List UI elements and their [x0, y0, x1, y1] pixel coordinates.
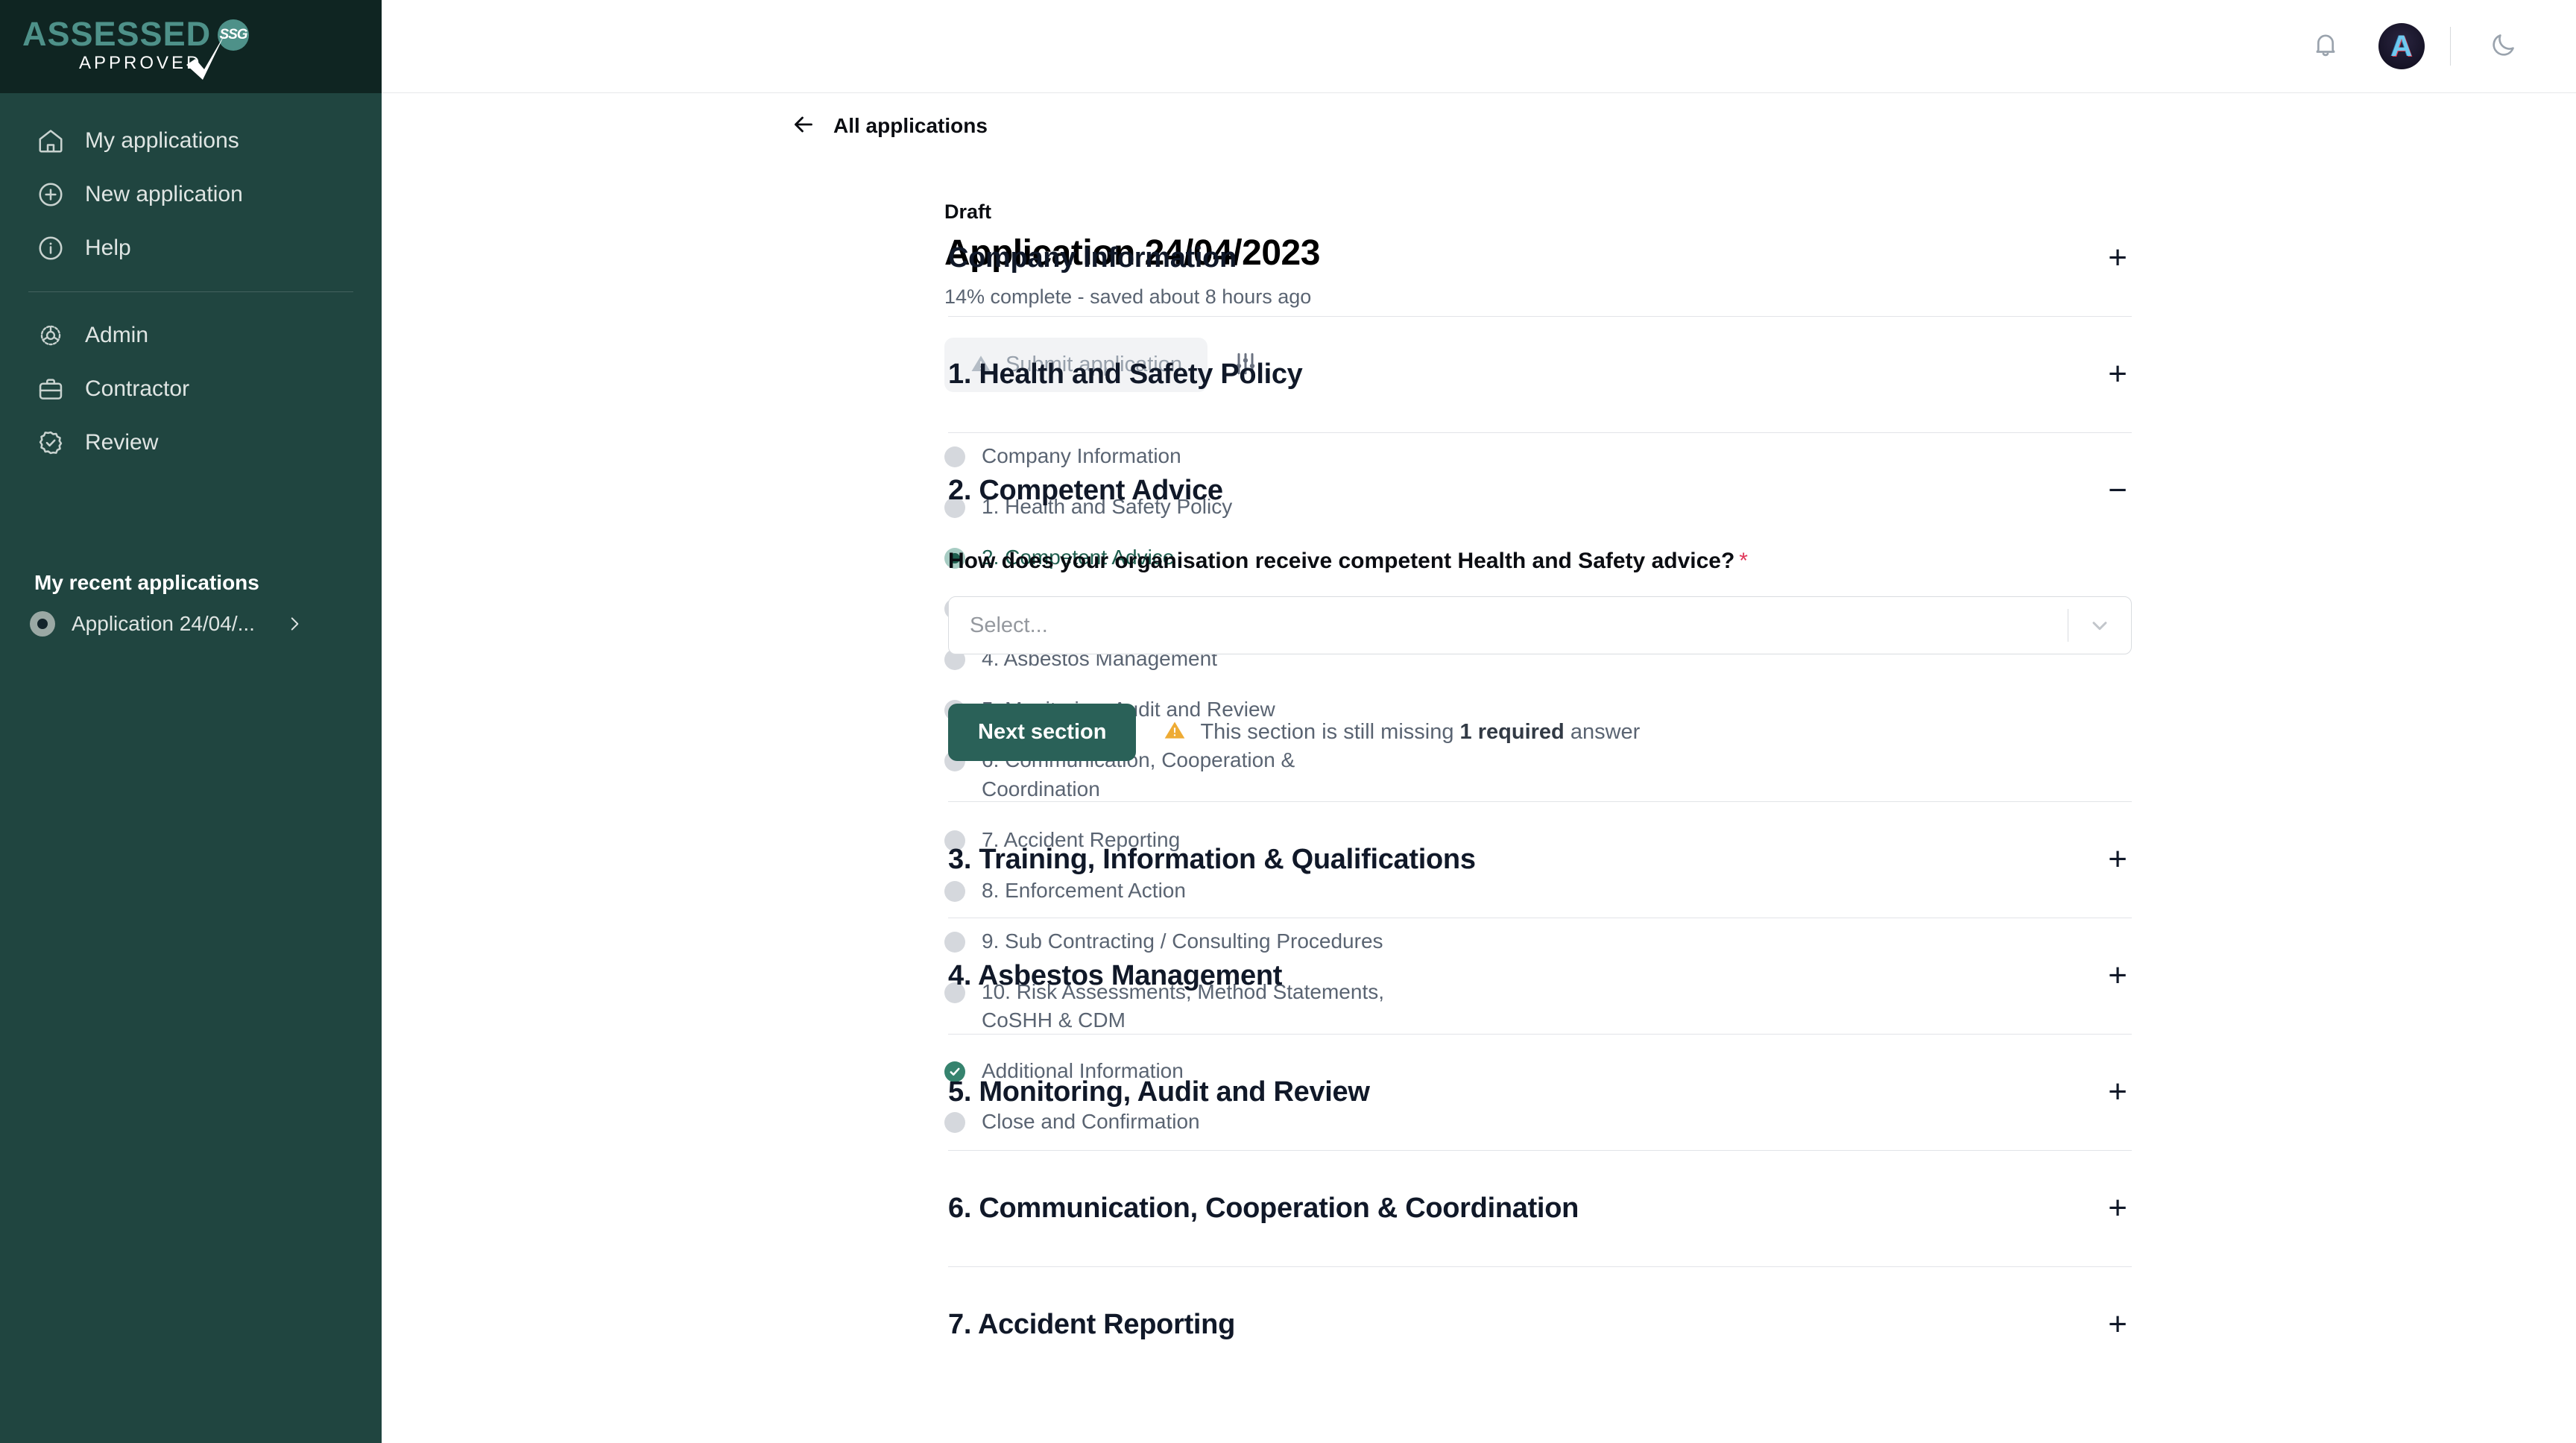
app-root: ASSESSED SSG APPROVED My applications Ne…	[0, 0, 2576, 1443]
sidebar-item-my-applications[interactable]: My applications	[0, 114, 382, 168]
recent-status-dot-icon	[30, 611, 55, 637]
topbar: A	[382, 0, 2576, 93]
accordion-header-monitoring-audit-review[interactable]: 5. Monitoring, Audit and Review +	[948, 1035, 2132, 1150]
gear-icon	[34, 319, 67, 352]
accordion-header-health-and-safety-policy[interactable]: 1. Health and Safety Policy +	[948, 317, 2132, 432]
minus-icon: −	[2108, 472, 2127, 509]
accordion-title: 4. Asbestos Management	[948, 960, 1283, 991]
sidebar-item-new-application[interactable]: New application	[0, 168, 382, 221]
sidebar-item-contractor[interactable]: Contractor	[0, 362, 382, 416]
accordion-header-competent-advice[interactable]: 2. Competent Advice −	[948, 433, 2132, 549]
badge-check-icon	[34, 426, 67, 459]
competent-advice-select[interactable]: Select...	[948, 596, 2132, 654]
accordion-title: 2. Competent Advice	[948, 475, 1223, 506]
accordion-column: Company Information + 1. Health and Safe…	[948, 200, 2576, 1443]
sidebar-divider	[28, 291, 353, 292]
avatar-initial: A	[2390, 30, 2413, 63]
plus-icon: +	[2108, 239, 2127, 277]
briefcase-icon	[34, 373, 67, 405]
checkmark-icon	[186, 33, 225, 80]
sidebar-item-label: Help	[85, 236, 131, 260]
accordion-title: Company Information	[948, 242, 1237, 274]
plus-icon: +	[2108, 1190, 2127, 1227]
application-summary-column: Draft Application 24/04/2023 14% complet…	[382, 200, 1384, 1443]
warning-triangle-icon	[1163, 719, 1187, 746]
missing-suffix: answer	[1564, 720, 1641, 744]
accordion-header-company-information[interactable]: Company Information +	[948, 200, 2132, 316]
accordion-header-training-information-qualifications[interactable]: 3. Training, Information & Qualification…	[948, 802, 2132, 918]
plus-icon: +	[2108, 356, 2127, 393]
main-area: A All applications Draft Application 24/…	[382, 0, 2576, 1443]
accordion-panel-competent-advice: How does your organisation receive compe…	[948, 549, 2132, 801]
moon-icon	[2489, 30, 2519, 63]
accordion-title: 5. Monitoring, Audit and Review	[948, 1076, 1370, 1108]
accordion-header-communication-cooperation-coordination[interactable]: 6. Communication, Cooperation & Coordina…	[948, 1151, 2132, 1266]
select-placeholder: Select...	[970, 613, 1048, 637]
sidebar-recent-item[interactable]: Application 24/04/...	[0, 595, 382, 653]
next-section-button[interactable]: Next section	[948, 704, 1137, 761]
sidebar-item-label: Review	[85, 430, 159, 455]
breadcrumb: All applications	[382, 93, 2576, 159]
theme-toggle-button[interactable]	[2476, 19, 2531, 74]
accordion-title: 6. Communication, Cooperation & Coordina…	[948, 1193, 1579, 1224]
back-button[interactable]	[790, 111, 817, 142]
notifications-button[interactable]	[2298, 19, 2353, 74]
accordion-title: 1. Health and Safety Policy	[948, 359, 1303, 390]
missing-prefix: This section is still missing	[1200, 720, 1460, 744]
sidebar-item-review[interactable]: Review	[0, 416, 382, 470]
plus-icon: +	[2108, 1306, 2127, 1343]
sidebar-item-help[interactable]: Help	[0, 221, 382, 275]
plus-circle-icon	[34, 178, 67, 211]
content: Draft Application 24/04/2023 14% complet…	[382, 159, 2576, 1443]
accordion-title: 7. Accident Reporting	[948, 1309, 1236, 1340]
sidebar-recent-item-label: Application 24/04/...	[72, 612, 255, 635]
info-circle-icon	[34, 232, 67, 265]
sidebar-item-label: My applications	[85, 128, 239, 153]
arrow-left-icon	[790, 111, 817, 142]
question-label: How does your organisation receive compe…	[948, 549, 1735, 573]
sidebar-item-admin[interactable]: Admin	[0, 309, 382, 362]
sidebar-logo[interactable]: ASSESSED SSG APPROVED	[0, 0, 382, 93]
next-section-row: Next section This section is still missi…	[948, 704, 2132, 761]
required-marker: *	[1739, 549, 1748, 573]
sidebar-recent-title: My recent applications	[34, 571, 259, 594]
plus-icon: +	[2108, 1073, 2127, 1111]
brand-logo: ASSESSED SSG APPROVED	[22, 13, 249, 81]
bell-icon	[2311, 30, 2340, 63]
accordion-title: 3. Training, Information & Qualification…	[948, 844, 1476, 875]
breadcrumb-label[interactable]: All applications	[833, 114, 988, 138]
missing-answer-text: This section is still missing 1 required…	[1200, 720, 1640, 745]
plus-icon: +	[2108, 957, 2127, 994]
missing-answer-warning: This section is still missing 1 required…	[1163, 719, 1640, 746]
accordion-header-asbestos-management[interactable]: 4. Asbestos Management +	[948, 918, 2132, 1034]
missing-count: 1 required	[1459, 720, 1565, 744]
sidebar-nav: My applications New application Help Adm…	[0, 93, 382, 653]
avatar[interactable]: A	[2378, 23, 2425, 69]
plus-icon: +	[2108, 841, 2127, 878]
sidebar-item-label: Contractor	[85, 376, 190, 401]
topbar-divider	[2450, 27, 2451, 66]
question-row: How does your organisation receive compe…	[948, 549, 2132, 574]
chevron-right-icon	[285, 614, 304, 634]
accordion-header-accident-reporting[interactable]: 7. Accident Reporting +	[948, 1267, 2132, 1383]
sidebar: ASSESSED SSG APPROVED My applications Ne…	[0, 0, 382, 1443]
sidebar-item-label: Admin	[85, 323, 149, 347]
sidebar-item-label: New application	[85, 182, 243, 206]
home-icon	[34, 124, 67, 157]
chevron-down-icon[interactable]	[2068, 613, 2131, 637]
